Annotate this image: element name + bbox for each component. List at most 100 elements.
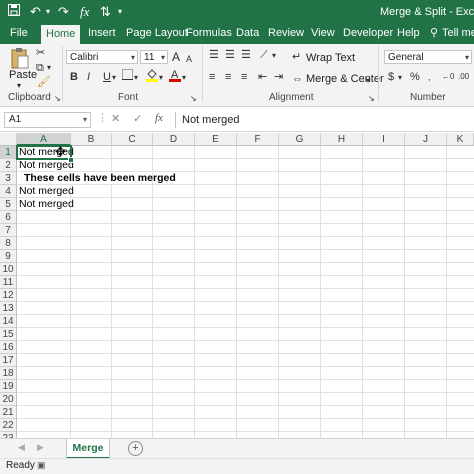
row-header[interactable]: 20 xyxy=(0,393,17,406)
dialog-launcher-icon[interactable]: ↘ xyxy=(368,92,375,106)
currency-button[interactable]: $ xyxy=(388,70,394,84)
decrease-indent-icon[interactable]: ⇤ xyxy=(258,70,267,84)
dialog-launcher-icon[interactable]: ↘ xyxy=(190,92,197,106)
column-header-h[interactable]: H xyxy=(321,133,363,146)
redo-icon[interactable]: ↷ xyxy=(58,4,69,20)
font-size-select[interactable]: 11 ▾ xyxy=(140,50,168,64)
row-header[interactable]: 7 xyxy=(0,224,17,237)
tab-formulas[interactable]: Formulas xyxy=(186,25,232,44)
column-header-k[interactable]: K xyxy=(447,133,474,146)
row-header[interactable]: 19 xyxy=(0,380,17,393)
row-header[interactable]: 14 xyxy=(0,315,17,328)
cell-a5[interactable]: Not merged xyxy=(19,198,74,211)
fill-color-icon[interactable] xyxy=(146,68,158,86)
orientation-dropdown-icon[interactable]: ▾ xyxy=(272,49,276,63)
row-header[interactable]: 18 xyxy=(0,367,17,380)
row-header[interactable]: 21 xyxy=(0,406,17,419)
percent-button[interactable]: % xyxy=(410,70,420,84)
column-header-e[interactable]: E xyxy=(195,133,237,146)
row-header[interactable]: 2 xyxy=(0,159,17,172)
font-name-select[interactable]: Calibri ▾ xyxy=(66,50,138,64)
column-header-g[interactable]: G xyxy=(279,133,321,146)
wrap-text-icon[interactable]: ↵ xyxy=(292,50,301,64)
column-header-i[interactable]: I xyxy=(363,133,405,146)
scroll-left-icon[interactable]: ◀ xyxy=(18,442,25,453)
chevron-down-icon[interactable]: ▾ xyxy=(118,4,122,20)
shrink-font-icon[interactable]: A xyxy=(186,52,192,66)
macro-record-icon[interactable]: ▣ xyxy=(37,460,46,471)
tab-help[interactable]: Help xyxy=(397,25,420,44)
row-header[interactable]: 12 xyxy=(0,289,17,302)
tab-view[interactable]: View xyxy=(311,25,335,44)
merge-center-icon[interactable]: ⇔ xyxy=(292,72,303,86)
align-right-icon[interactable]: ≡ xyxy=(241,70,247,84)
row-header[interactable]: 10 xyxy=(0,263,17,276)
paste-dropdown-icon[interactable]: ▾ xyxy=(17,81,21,90)
align-left-icon[interactable]: ≡ xyxy=(209,70,215,84)
row-header[interactable]: 6 xyxy=(0,211,17,224)
comma-style-icon[interactable]: , xyxy=(428,70,431,84)
cell-a2[interactable]: Not merged xyxy=(19,159,74,172)
resize-handle-icon[interactable]: ⋮ xyxy=(97,111,108,124)
cancel-icon[interactable]: ✕ xyxy=(111,112,120,125)
number-format-select[interactable]: General ▾ xyxy=(384,50,472,64)
underline-button[interactable]: U xyxy=(103,70,111,84)
tab-data[interactable]: Data xyxy=(236,25,259,44)
merge-center-button[interactable]: Merge & Center xyxy=(306,73,384,85)
name-box[interactable]: A1 ▾ xyxy=(4,112,91,128)
row-header[interactable]: 22 xyxy=(0,419,17,432)
cell-a4[interactable]: Not merged xyxy=(19,185,74,198)
fill-handle[interactable] xyxy=(68,157,74,163)
grow-font-icon[interactable]: A xyxy=(172,50,180,64)
tab-developer[interactable]: Developer xyxy=(343,25,393,44)
dialog-launcher-icon[interactable]: ↘ xyxy=(54,92,61,106)
add-sheet-button[interactable]: + xyxy=(128,441,143,456)
undo-dropdown-icon[interactable]: ▾ xyxy=(46,4,50,20)
row-header[interactable]: 3 xyxy=(0,172,17,185)
formula-input[interactable]: Not merged xyxy=(175,112,474,128)
merge-dropdown-icon[interactable]: ▾ xyxy=(366,74,370,88)
align-middle-icon[interactable]: ☰ xyxy=(225,48,235,62)
undo-icon[interactable]: ↶ xyxy=(30,4,41,20)
underline-dropdown-icon[interactable]: ▾ xyxy=(112,71,116,85)
row-header[interactable]: 11 xyxy=(0,276,17,289)
row-header[interactable]: 17 xyxy=(0,354,17,367)
tab-page-layout[interactable]: Page Layout xyxy=(126,25,188,44)
scroll-right-icon[interactable]: ▶ xyxy=(37,442,44,453)
align-bottom-icon[interactable]: ☰ xyxy=(241,48,251,62)
function-icon[interactable]: fx xyxy=(80,4,89,20)
column-header-d[interactable]: D xyxy=(153,133,195,146)
borders-icon[interactable] xyxy=(122,69,133,84)
wrap-text-button[interactable]: Wrap Text xyxy=(306,52,355,64)
column-header-c[interactable]: C xyxy=(112,133,153,146)
row-header[interactable]: 4 xyxy=(0,185,17,198)
tab-home[interactable]: Home xyxy=(41,25,81,46)
borders-dropdown-icon[interactable]: ▾ xyxy=(134,71,138,85)
currency-dropdown-icon[interactable]: ▾ xyxy=(398,71,402,85)
copy-dropdown-icon[interactable]: ▾ xyxy=(47,61,51,75)
align-top-icon[interactable]: ☰ xyxy=(209,48,219,62)
save-icon[interactable] xyxy=(8,4,20,20)
worksheet-grid[interactable]: A B C D E F G H I J K 1 2 3 4 5 6 7 8 9 … xyxy=(0,133,474,438)
cell-a3-merged[interactable]: These cells have been merged xyxy=(24,172,176,185)
decrease-decimal-icon[interactable]: .00 xyxy=(458,70,469,84)
tab-file[interactable]: File xyxy=(10,25,28,44)
format-painter-icon[interactable]: 🖌 xyxy=(37,75,51,89)
select-all-corner[interactable] xyxy=(0,133,17,146)
tab-tell-me[interactable]: Tell me xyxy=(442,25,474,44)
cut-icon[interactable]: ✂ xyxy=(36,46,45,60)
sort-icon[interactable]: ⇅ xyxy=(100,4,111,20)
row-header[interactable]: 9 xyxy=(0,250,17,263)
italic-button[interactable]: I xyxy=(87,70,90,84)
increase-decimal-icon[interactable]: ←0 xyxy=(442,70,454,84)
sheet-tab-merge[interactable]: Merge xyxy=(67,439,109,459)
row-header[interactable]: 5 xyxy=(0,198,17,211)
insert-function-icon[interactable]: fx xyxy=(155,112,163,124)
row-header[interactable]: 8 xyxy=(0,237,17,250)
fill-color-dropdown-icon[interactable]: ▾ xyxy=(159,71,163,85)
row-header[interactable]: 15 xyxy=(0,328,17,341)
column-header-b[interactable]: B xyxy=(71,133,112,146)
row-header[interactable]: 1 xyxy=(0,146,17,159)
font-color-dropdown-icon[interactable]: ▾ xyxy=(182,71,186,85)
orientation-icon[interactable]: ⟋ xyxy=(260,48,268,62)
